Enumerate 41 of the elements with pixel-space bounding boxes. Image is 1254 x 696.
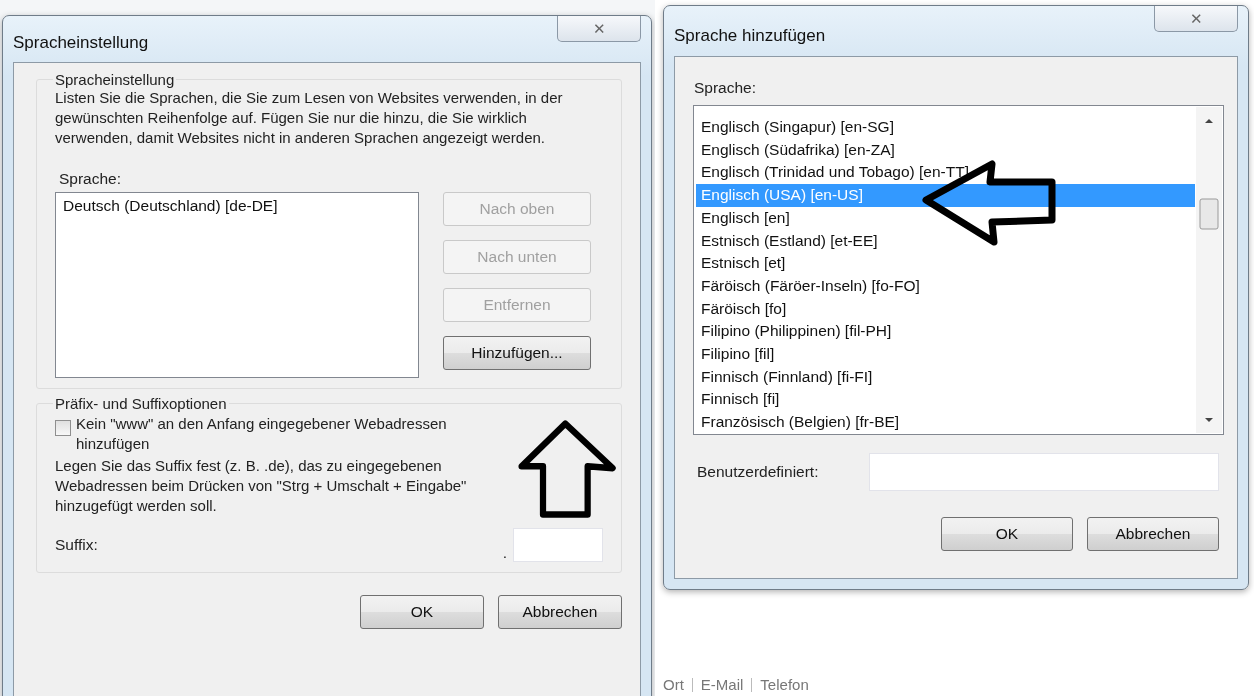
checkbox[interactable] bbox=[55, 420, 71, 436]
list-item[interactable]: Filipino [fil] bbox=[696, 343, 1195, 366]
dialog-button[interactable]: OK bbox=[360, 595, 484, 629]
footer-link[interactable]: Ort bbox=[663, 676, 684, 693]
list-item[interactable]: Deutsch (Deutschland) [de-DE] bbox=[58, 195, 416, 218]
list-action-button[interactable]: Hinzufügen... bbox=[443, 336, 591, 370]
window-title: Sprache hinzufügen bbox=[674, 26, 826, 46]
dialog-button[interactable]: Abbrechen bbox=[1087, 517, 1219, 551]
list-item[interactable]: Englisch (Südafrika) [en-ZA] bbox=[696, 138, 1195, 162]
custom-field[interactable] bbox=[869, 453, 1219, 491]
list-label: Sprache: bbox=[59, 170, 122, 187]
group-title: Präfix- und Suffixoptionen bbox=[54, 395, 228, 412]
group-title: Spracheinstellung bbox=[54, 71, 176, 88]
scrollbar[interactable] bbox=[1196, 107, 1222, 433]
suffix-field[interactable] bbox=[513, 528, 603, 562]
list-item[interactable]: Finnisch (Finnland) [fi-FI] bbox=[696, 365, 1195, 389]
list-item[interactable]: Färöisch (Färöer-Inseln) [fo-FO] bbox=[696, 274, 1195, 298]
suffix-label: Suffix: bbox=[55, 536, 98, 554]
window-title: Spracheinstellung bbox=[13, 33, 149, 53]
description-text: Listen Sie die Sprachen, die Sie zum Lesen von Websites verwenden, in der gewünschten Reihenfolge auf. Fügen Sie nur die hinzu, die Sie wirklich verwenden, damit Websites nicht in anderen Sprachen angezeigt werden. bbox=[55, 88, 564, 148]
list-item[interactable]: Französisch (Belgien) [fr-BE] bbox=[696, 411, 1195, 434]
list-item[interactable]: Finnisch [fi] bbox=[696, 388, 1195, 412]
list-item[interactable]: Englisch [en] bbox=[696, 206, 1195, 230]
footer-link[interactable]: Telefon bbox=[760, 676, 809, 693]
dialog-button[interactable]: OK bbox=[941, 517, 1073, 551]
dialog-button[interactable]: Abbrechen bbox=[498, 595, 622, 629]
close-button[interactable]: ✕ bbox=[557, 16, 641, 42]
list-item[interactable]: Estnisch (Estland) [et-EE] bbox=[696, 229, 1195, 253]
close-button[interactable]: ✕ bbox=[1154, 6, 1238, 32]
language-list[interactable]: Deutsch (Deutschland) [de-DE] bbox=[55, 192, 419, 378]
list-label: Sprache: bbox=[694, 79, 757, 96]
list-item[interactable]: Filipino (Philippinen) [fil-PH] bbox=[696, 320, 1195, 344]
footer-link[interactable]: E-Mail bbox=[700, 676, 744, 693]
list-item[interactable]: Färöisch [fo] bbox=[696, 297, 1195, 321]
list-item[interactable]: Englisch (Singapur) [en-SG] bbox=[696, 116, 1195, 139]
custom-label: Benutzerdefiniert: bbox=[697, 463, 819, 481]
description-text: Legen Sie das Suffix fest (z. B. .de), das zu eingegebenen Webadressen beim Drücken von "Strg + Umschalt + Eingabe" hinzugefügt werden soll. bbox=[55, 456, 468, 516]
list-item[interactable]: Estnisch [et] bbox=[696, 252, 1195, 275]
dot-text: . bbox=[502, 544, 507, 562]
language-list[interactable] bbox=[693, 105, 1224, 435]
checkbox-label: Kein "www" an den Anfang eingegebener Webadressen hinzufügen bbox=[76, 414, 448, 454]
